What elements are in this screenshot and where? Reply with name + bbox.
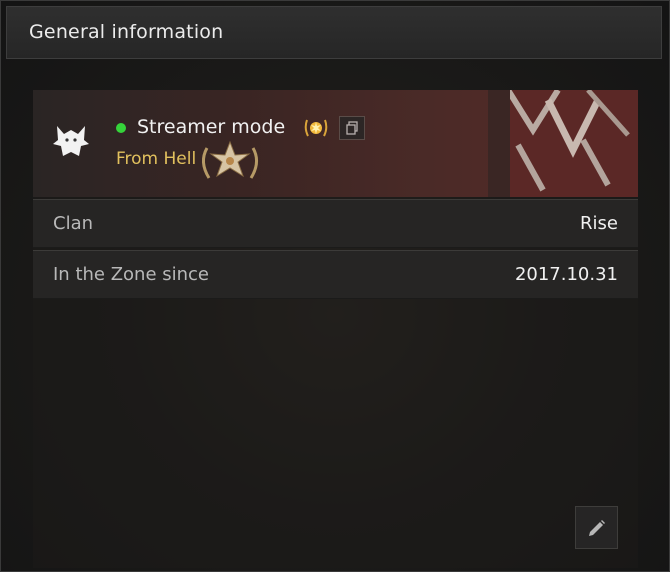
detail-label: In the Zone since (53, 264, 210, 285)
detail-value: Rise (580, 213, 618, 234)
edit-button[interactable] (575, 506, 618, 549)
detail-label: Clan (53, 213, 94, 234)
star-laurel-emblem-icon (202, 140, 258, 179)
player-title: From Hell (116, 149, 197, 169)
detail-row-clan: Clan Rise (33, 199, 638, 248)
gold-flame-badge-icon[interactable] (303, 116, 329, 140)
copy-button[interactable] (339, 116, 365, 140)
online-status-dot (116, 123, 126, 133)
section-header: General information (6, 6, 662, 59)
wolf-icon (53, 126, 89, 156)
detail-value: 2017.10.31 (514, 264, 618, 285)
banner-art (488, 90, 638, 197)
pencil-icon (589, 520, 605, 536)
section-title: General information (29, 21, 224, 43)
detail-row-zone-since: In the Zone since 2017.10.31 (33, 250, 638, 299)
copy-icon (346, 121, 358, 135)
username: Streamer mode (137, 116, 286, 138)
profile-banner: Streamer mode From Hell (33, 90, 638, 197)
